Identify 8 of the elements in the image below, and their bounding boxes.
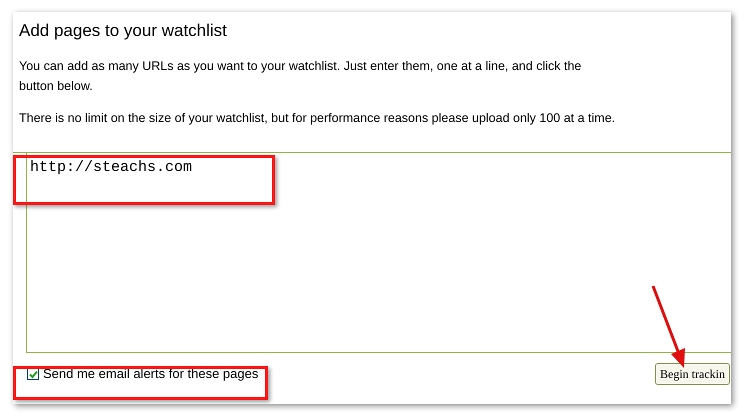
page-heading: Add pages to your watchlist bbox=[19, 20, 228, 42]
intro-paragraph: You can add as many URLs as you want to your watchlist. Just enter them, one at a line, and click the button below. bbox=[19, 58, 582, 95]
email-alerts-checkbox[interactable] bbox=[27, 368, 39, 380]
limit-paragraph: There is no limit on the size of your watchlist, but for performance reasons please upload only 100 at a time. bbox=[19, 110, 616, 127]
checkmark-icon bbox=[28, 370, 38, 378]
begin-tracking-button[interactable]: Begin trackin bbox=[655, 363, 730, 385]
email-alerts-label: Send me email alerts for these pages bbox=[43, 365, 258, 384]
url-list-field[interactable]: http://steachs.com bbox=[26, 153, 731, 353]
